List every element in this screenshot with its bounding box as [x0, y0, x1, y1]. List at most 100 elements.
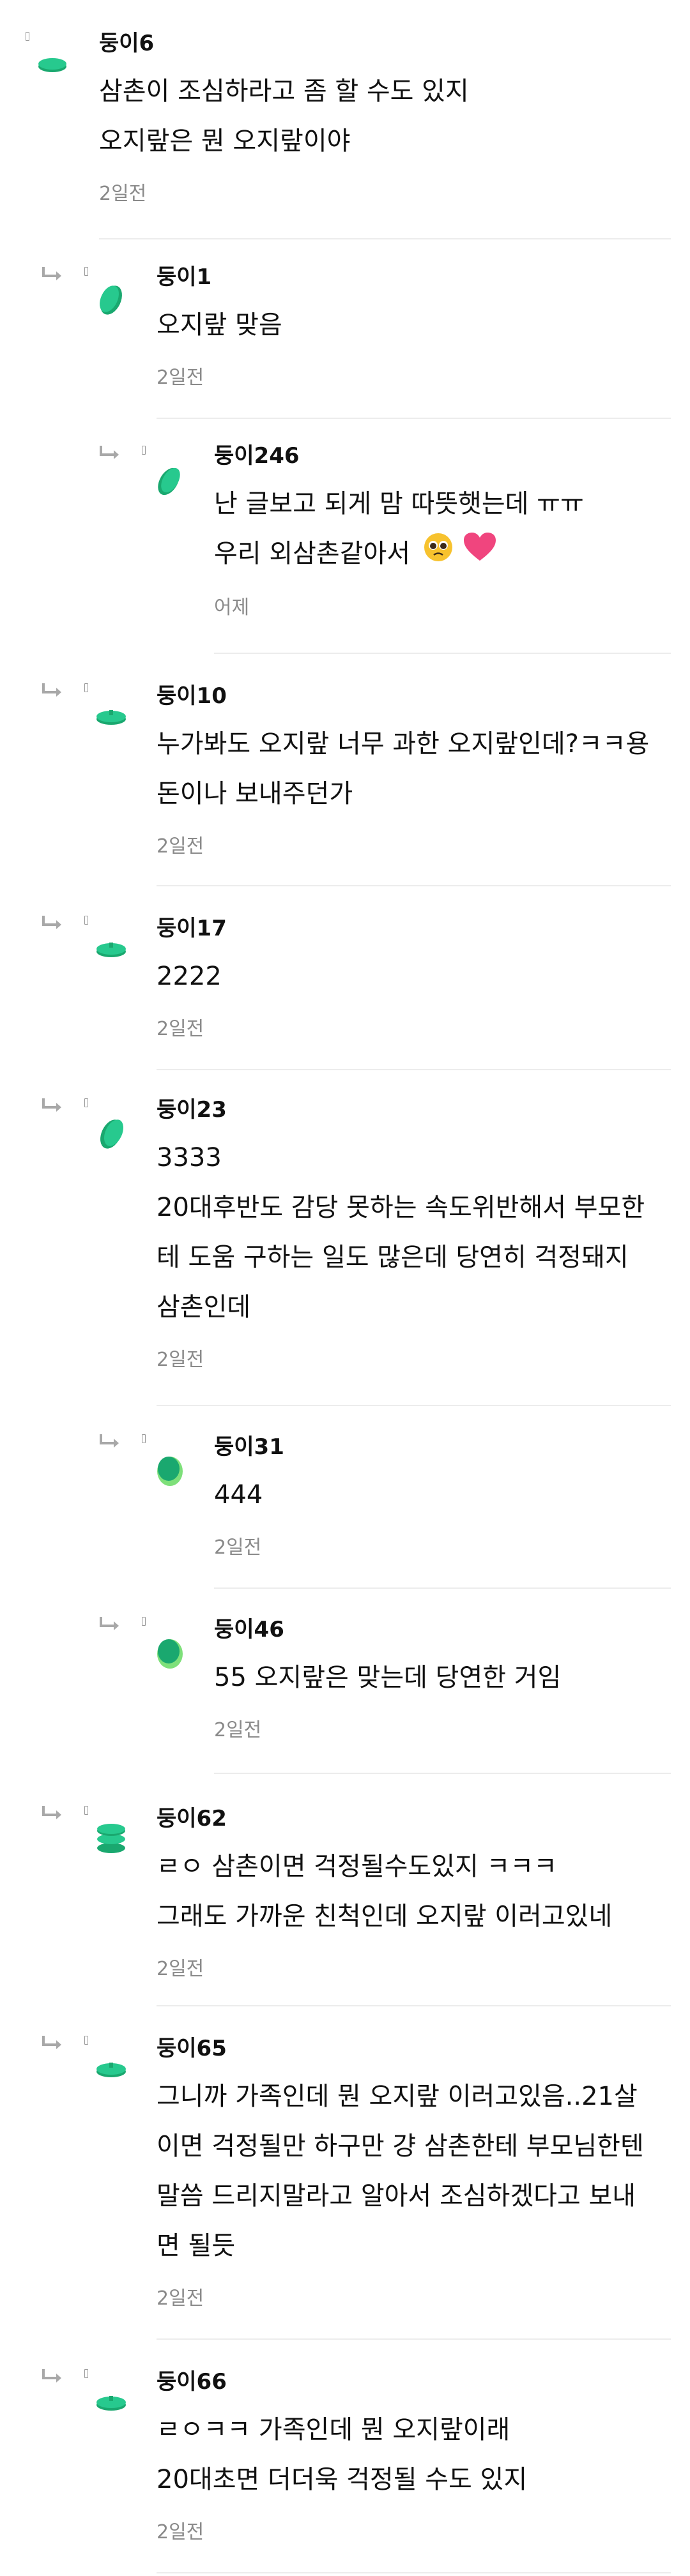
avatar[interactable] [148, 461, 189, 502]
comment-text-line: 20대초면 더더욱 걱정될 수도 있지 [157, 2465, 528, 2494]
comment-item: 둥이62 ㄹㅇ 삼촌이면 걱정될수도있지 ㅋㅋㅋ 그래도 가까운 친척인데 오지… [0, 1774, 690, 2004]
comment-author[interactable]: 둥이31 [214, 1433, 671, 1461]
comment-body: 둥이17 2222 2일전 [157, 913, 671, 1042]
avatar[interactable] [91, 1820, 132, 1861]
comment-body: 둥이23 3333 20대후반도 감당 못하는 속도위반해서 부모한 테 도움 … [157, 1095, 671, 1373]
bean-avatar-icon [157, 1457, 183, 1486]
avatar[interactable] [91, 1114, 132, 1155]
comment-text-line: 2222 [157, 962, 222, 991]
reply-arrow-icon [97, 1616, 123, 1635]
comment-text-line: ㄹㅇㅋㅋ 가족인데 뭔 오지랖이래 [157, 2415, 510, 2444]
comment-text-line: 우리 외삼촌같아서 [214, 539, 411, 568]
comment-item: 둥이10 누가봐도 오지랖 너무 과한 오지랖인데?ㅋㅋ용 돈이나 보내주던가 … [0, 654, 690, 887]
bean-avatar-icon [100, 1119, 124, 1149]
reply-arrow-icon [40, 1097, 65, 1116]
comment-timestamp: 2일전 [157, 835, 204, 858]
reply-arrow-icon [97, 1433, 123, 1452]
bean-avatar-icon [96, 710, 126, 725]
comment-text-line: 오지랖은 뭔 오지랖이야 [99, 126, 351, 156]
comment-author[interactable]: 둥이1 [157, 263, 671, 291]
comment-author[interactable]: 둥이65 [157, 2034, 671, 2063]
comment-body: 둥이6 삼촌이 조심하라고 좀 할 수도 있지 오지랖은 뭔 오지랖이야 2일전 [99, 28, 671, 207]
comment-author[interactable]: 둥이10 [157, 682, 671, 710]
comment-item: 둥이46 55 오지랖은 맞는데 당연한 거임 2일전 [0, 1589, 690, 1774]
comment-text-line: 삼촌인데 [157, 1292, 251, 1322]
comment-item: 둥이65 그니까 가족인데 뭔 오지랖 이러고있음..21살 이면 걱정될만 하… [0, 2006, 690, 2338]
reply-arrow-icon [40, 2034, 65, 2054]
comment-text-line: 말씀 드리지말라고 알아서 조심하겠다고 보내 [157, 2181, 636, 2211]
comment-text-line: 이면 걱정될만 하구만 걍 삼촌한테 부모님한텐 [157, 2132, 644, 2161]
avatar[interactable] [91, 2051, 132, 2092]
avatar[interactable] [91, 699, 132, 739]
comment-text-line: 누가봐도 오지랖 너무 과한 오지랖인데?ㅋㅋ용 [157, 729, 650, 759]
reply-arrow-icon [97, 444, 123, 464]
comment-text-line: 20대후반도 감당 못하는 속도위반해서 부모한 [157, 1193, 645, 1222]
comment-body: 둥이1 오지랖 맞음 2일전 [157, 262, 671, 391]
avatar-badge-icon [84, 267, 88, 276]
comment-author[interactable]: 둥이66 [157, 2368, 671, 2396]
comment-timestamp: 2일전 [99, 183, 147, 205]
comment-item: 둥이31 444 2일전 [0, 1406, 690, 1589]
reply-arrow-icon [40, 2368, 65, 2387]
comment-item: 둥이246 난 글보고 되게 맘 따뜻햇는데 ㅠㅠ 우리 외삼촌같아서 어제 [0, 419, 690, 651]
reply-arrow-icon [40, 682, 65, 701]
avatar[interactable] [91, 931, 132, 972]
bean-avatar-icon [96, 943, 126, 957]
bean-avatar-icon [96, 2063, 126, 2077]
avatar-badge-icon [84, 1806, 88, 1815]
avatar-badge-icon [142, 1434, 146, 1443]
comment-text-line: 돈이나 보내주던가 [157, 779, 353, 808]
avatar[interactable] [91, 2384, 132, 2425]
comment-author[interactable]: 둥이23 [157, 1096, 671, 1124]
comment-text-line: 444 [214, 1480, 263, 1510]
avatar[interactable] [91, 280, 132, 321]
comment-body: 둥이10 누가봐도 오지랖 너무 과한 오지랖인데?ㅋㅋ용 돈이나 보내주던가 … [157, 681, 671, 860]
avatar[interactable] [151, 1451, 192, 1492]
comment-divider [157, 2572, 671, 2573]
comment-text-line: 삼촌이 조심하라고 좀 할 수도 있지 [99, 77, 469, 106]
avatar-badge-icon [142, 446, 146, 455]
comment-item: 둥이23 3333 20대후반도 감당 못하는 속도위반해서 부모한 테 도움 … [0, 1070, 690, 1405]
avatar-badge-icon [84, 2036, 88, 2045]
comment-body: 둥이46 55 오지랖은 맞는데 당연한 거임 2일전 [214, 1614, 671, 1743]
comment-text-line: 그래도 가까운 친척인데 오지랖 이러고있네 [157, 1902, 613, 1931]
avatar-badge-icon [26, 32, 29, 41]
avatar-badge-icon [84, 2369, 88, 2378]
avatar-badge-icon [84, 1098, 88, 1107]
reply-arrow-icon [40, 914, 65, 934]
comment-body: 둥이66 ㄹㅇㅋㅋ 가족인데 뭔 오지랖이래 20대초면 더더욱 걱정될 수도 … [157, 2367, 671, 2545]
bean-avatar-icon [99, 285, 122, 315]
comment-text-line: 그니까 가족인데 뭔 오지랖 이러고있음..21살 [157, 2082, 638, 2111]
comment-timestamp: 2일전 [214, 1719, 262, 1741]
comment-timestamp: 2일전 [157, 367, 204, 389]
reply-arrow-icon [40, 266, 65, 285]
pleading-face-emoji [422, 530, 454, 580]
comment-text-line: ㄹㅇ 삼촌이면 걱정될수도있지 ㅋㅋㅋ [157, 1852, 557, 1881]
comment-author[interactable]: 둥이17 [157, 914, 671, 943]
comment-author[interactable]: 둥이6 [99, 29, 671, 57]
comment-author[interactable]: 둥이46 [214, 1616, 671, 1644]
comment-body: 둥이65 그니까 가족인데 뭔 오지랖 이러고있음..21살 이면 걱정될만 하… [157, 2033, 671, 2312]
pink-heart-emoji [463, 530, 497, 580]
avatar-badge-icon [142, 1617, 146, 1626]
avatar-badge-icon [84, 683, 88, 692]
comment-body: 둥이246 난 글보고 되게 맘 따뜻햇는데 ㅠㅠ 우리 외삼촌같아서 어제 [214, 441, 671, 621]
comment-text-line: 면 될듯 [157, 2231, 236, 2261]
comment-text-line: 오지랖 맞음 [157, 310, 282, 340]
bean-avatar-icon [96, 2396, 126, 2411]
comment-body: 둥이62 ㄹㅇ 삼촌이면 걱정될수도있지 ㅋㅋㅋ 그래도 가까운 친척인데 오지… [157, 1803, 671, 1982]
comment-text-line: 테 도움 구하는 일도 많은데 당연히 걱정돼지 [157, 1243, 629, 1272]
avatar[interactable] [151, 1633, 192, 1674]
comment-timestamp: 2일전 [157, 1958, 204, 1980]
avatar[interactable] [32, 49, 73, 89]
comment-item: 둥이6 삼촌이 조심하라고 좀 할 수도 있지 오지랖은 뭔 오지랖이야 2일전 [0, 0, 690, 224]
comment-author[interactable]: 둥이62 [157, 1805, 671, 1833]
bean-avatar-icon [157, 1639, 183, 1669]
comment-timestamp: 2일전 [157, 1018, 204, 1040]
comment-timestamp: 2일전 [157, 2521, 204, 2543]
comment-item: 둥이17 2222 2일전 [0, 886, 690, 1072]
reply-arrow-icon [40, 1805, 65, 1824]
comment-author[interactable]: 둥이246 [214, 442, 671, 470]
comment-item: 둥이66 ㄹㅇㅋㅋ 가족인데 뭔 오지랖이래 20대초면 더더욱 걱정될 수도 … [0, 2340, 690, 2576]
comment-text-line-with-emoji: 우리 외삼촌같아서 [214, 529, 671, 580]
